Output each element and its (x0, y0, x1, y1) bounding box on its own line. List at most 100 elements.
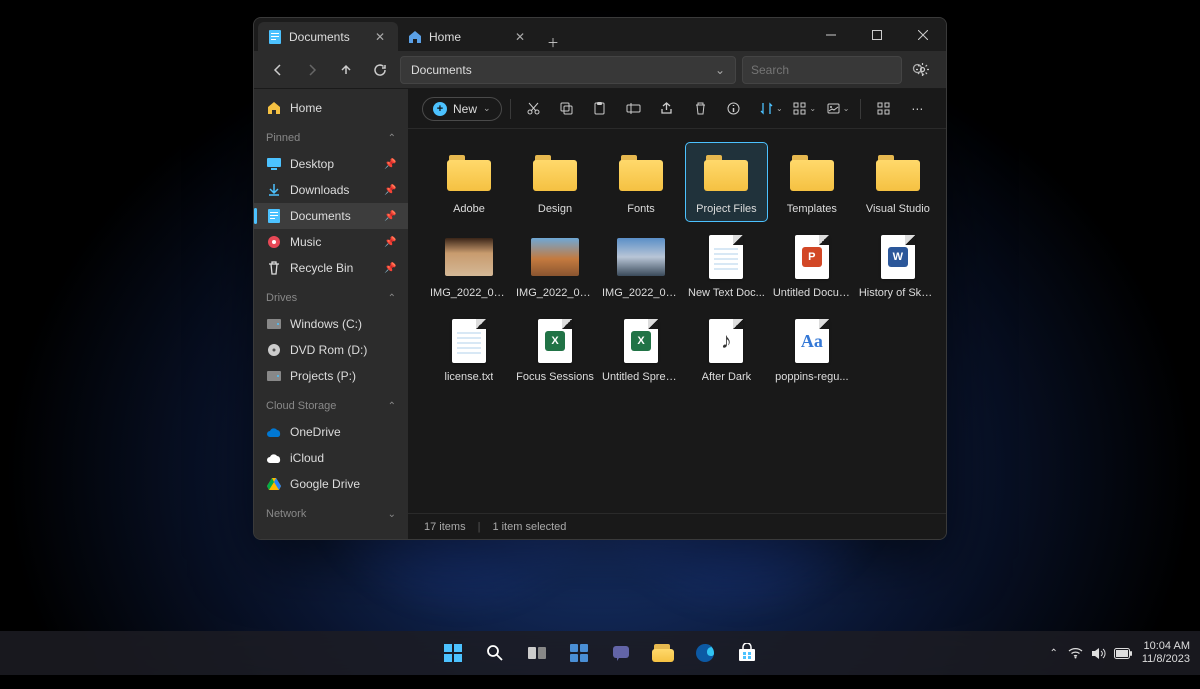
sidebar-label: Downloads (290, 183, 376, 197)
file-item[interactable]: Design (514, 143, 596, 221)
sidebar-section-header[interactable]: Cloud Storage⌃ (254, 393, 408, 419)
sidebar-item[interactable]: iCloud (254, 445, 408, 471)
sidebar-item[interactable]: Recycle Bin📌 (254, 255, 408, 281)
file-name: New Text Doc... (688, 287, 765, 299)
folder-icon (790, 155, 834, 191)
chat-button[interactable] (602, 634, 640, 672)
chevron-down-icon[interactable]: ⌄ (715, 63, 725, 77)
forward-button[interactable] (298, 56, 326, 84)
view-button[interactable]: ⌄ (790, 94, 819, 124)
file-item[interactable]: Templates (771, 143, 853, 221)
file-item[interactable]: Adobe (428, 143, 510, 221)
copy-button[interactable] (552, 94, 581, 124)
pin-icon[interactable]: 📌 (384, 211, 396, 222)
file-item[interactable]: ♪After Dark (686, 311, 767, 389)
sort-button[interactable]: ⌄ (756, 94, 785, 124)
pin-icon[interactable]: 📌 (384, 185, 396, 196)
refresh-button[interactable] (366, 56, 394, 84)
delete-button[interactable] (685, 94, 714, 124)
start-button[interactable] (434, 634, 472, 672)
file-item[interactable]: XUntitled Spreads... (600, 311, 682, 389)
chevron-down-icon: ⌄ (483, 103, 491, 114)
store-button[interactable] (728, 634, 766, 672)
maximize-button[interactable] (854, 18, 900, 51)
back-button[interactable] (264, 56, 292, 84)
new-button[interactable]: + New ⌄ (422, 97, 502, 121)
sidebar-item[interactable]: Downloads 📌 (254, 177, 408, 203)
file-item[interactable]: Visual Studio (857, 143, 939, 221)
search-button[interactable] (476, 634, 514, 672)
sidebar-section-header[interactable]: Pinned⌃ (254, 125, 408, 151)
search-box[interactable] (742, 56, 902, 84)
file-item[interactable]: IMG_2022_06_... (514, 227, 596, 305)
disc-icon (266, 342, 282, 358)
tab-documents[interactable]: Documents ✕ (258, 22, 398, 51)
file-item[interactable]: WHistory of Skate... (857, 227, 939, 305)
file-item[interactable]: IMG_2022_06_... (600, 227, 682, 305)
separator: | (478, 521, 481, 533)
file-item[interactable]: Fonts (600, 143, 682, 221)
clock[interactable]: 10:04 AM 11/8/2023 (1142, 640, 1190, 666)
close-icon[interactable]: ✕ (372, 29, 388, 45)
chevron-up-icon[interactable]: ⌃ (1049, 648, 1057, 659)
tab-home[interactable]: Home ✕ (398, 22, 538, 51)
powerpoint-icon: P (795, 235, 829, 279)
close-button[interactable] (900, 18, 946, 51)
sidebar-item[interactable]: Documents📌 (254, 203, 408, 229)
taskview-button[interactable] (518, 634, 556, 672)
file-grid[interactable]: AdobeDesign Fonts Project FilesTemplatesVi… (408, 129, 946, 513)
more-button[interactable]: ⋯ (903, 94, 932, 124)
pin-icon[interactable]: 📌 (384, 159, 396, 170)
widgets-button[interactable] (560, 634, 598, 672)
path-input[interactable]: Documents ⌄ (400, 56, 736, 84)
sidebar-item[interactable]: DVD Rom (D:) (254, 337, 408, 363)
sidebar-home[interactable]: Home (254, 95, 408, 121)
paste-button[interactable] (585, 94, 614, 124)
tags-button[interactable] (869, 94, 898, 124)
sidebar-section-header[interactable]: Network⌄ (254, 501, 408, 527)
sidebar-label: Google Drive (290, 477, 396, 491)
taskbar[interactable]: ⌃ 10:04 AM 11/8/2023 (0, 631, 1200, 675)
file-item[interactable]: Aapoppins-regu... (771, 311, 853, 389)
sidebar-item[interactable]: Windows (C:) (254, 311, 408, 337)
preview-button[interactable]: ⌄ (823, 94, 852, 124)
share-button[interactable] (652, 94, 681, 124)
file-item[interactable]: New Text Doc... (686, 227, 767, 305)
pin-icon[interactable]: 📌 (384, 237, 396, 248)
separator (510, 99, 511, 119)
new-tab-button[interactable]: ＋ (538, 34, 568, 51)
sidebar-label: Music (290, 235, 376, 249)
sidebar-item[interactable]: Google Drive (254, 471, 408, 497)
up-button[interactable] (332, 56, 360, 84)
sidebar-label: Projects (P:) (290, 369, 396, 383)
settings-button[interactable] (908, 56, 936, 84)
minimize-button[interactable] (808, 18, 854, 51)
sidebar-item[interactable]: Desktop📌 (254, 151, 408, 177)
battery-icon[interactable] (1114, 648, 1132, 659)
sidebar-section-header[interactable]: Drives⌃ (254, 285, 408, 311)
separator (860, 99, 861, 119)
edge-button[interactable] (686, 634, 724, 672)
close-icon[interactable]: ✕ (512, 29, 528, 45)
volume-icon[interactable] (1091, 647, 1106, 660)
file-item[interactable]: PUntitled Docum... (771, 227, 853, 305)
sidebar-section-header[interactable]: WSL⌄ (254, 531, 408, 539)
file-name: Fonts (627, 203, 655, 215)
file-item[interactable]: IMG_2022_06_... (428, 227, 510, 305)
pin-icon[interactable]: 📌 (384, 263, 396, 274)
search-input[interactable] (751, 63, 906, 77)
rename-button[interactable] (619, 94, 648, 124)
tab-label: Home (429, 30, 505, 44)
sidebar-item[interactable]: OneDrive (254, 419, 408, 445)
system-tray[interactable]: ⌃ 10:04 AM 11/8/2023 (1049, 640, 1190, 666)
cut-button[interactable] (519, 94, 548, 124)
explorer-button[interactable] (644, 634, 682, 672)
sidebar-item[interactable]: Music 📌 (254, 229, 408, 255)
wifi-icon[interactable] (1068, 647, 1083, 659)
file-item[interactable]: license.txt (428, 311, 510, 389)
file-explorer-window: Documents ✕ Home ✕ ＋ Documents ⌄ (253, 17, 947, 540)
file-item[interactable]: XFocus Sessions (514, 311, 596, 389)
file-item[interactable]: Project Files (686, 143, 767, 221)
sidebar-item[interactable]: Projects (P:) (254, 363, 408, 389)
properties-button[interactable] (719, 94, 748, 124)
